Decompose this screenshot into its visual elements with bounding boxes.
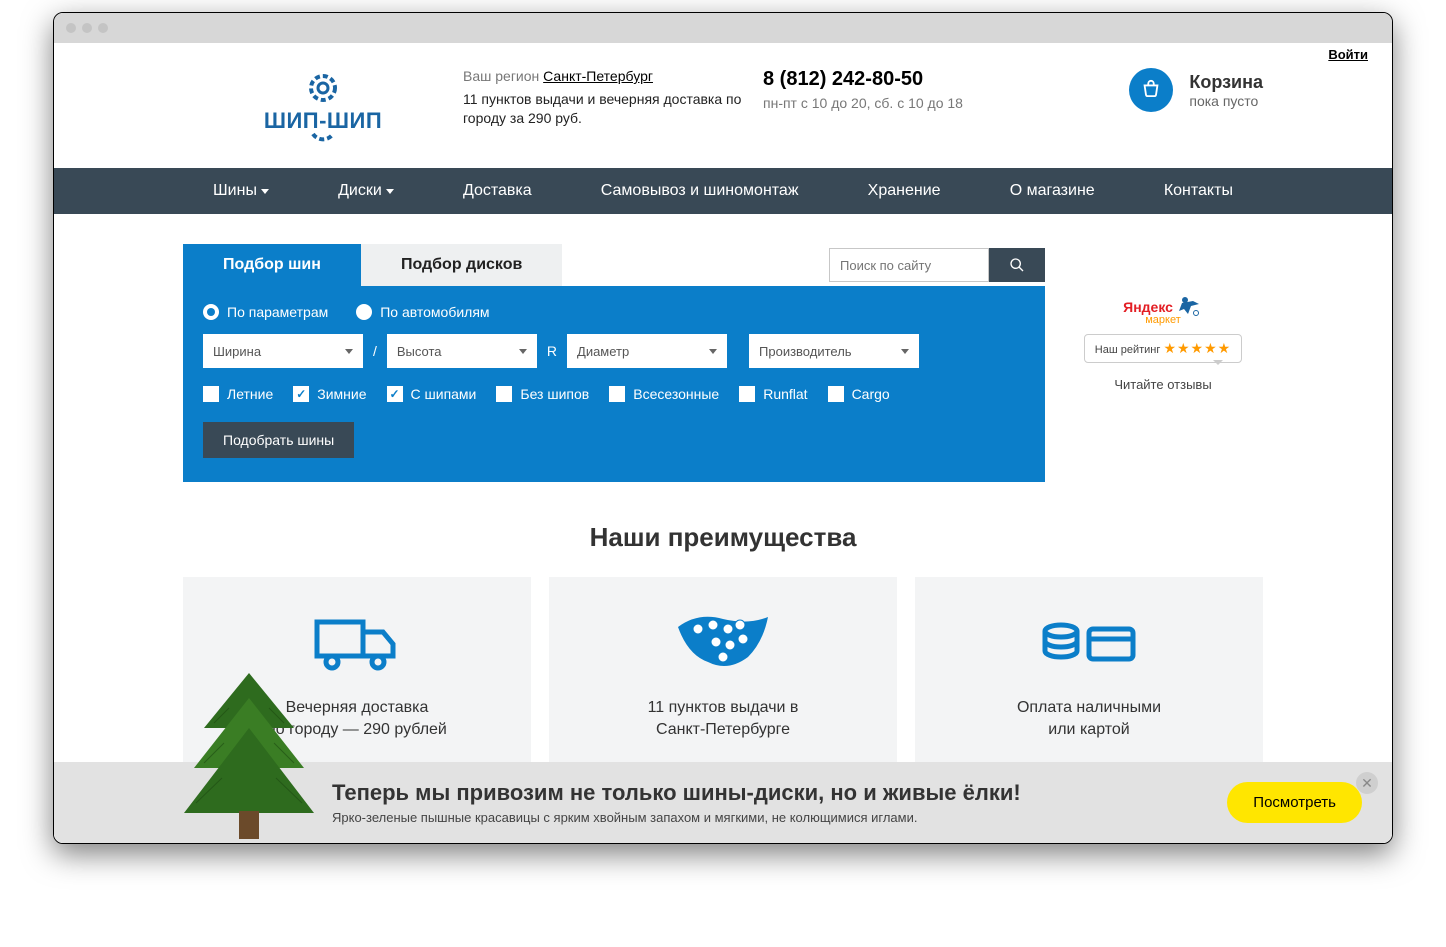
header: ШИП-ШИП Ваш регион Санкт-Петербург 11 пу… [183,62,1263,168]
advantages-grid: Вечерняя доставка по городу — 290 рублей [183,577,1263,776]
region-label: Ваш регион [463,68,539,84]
advantage-text: 11 пунктов выдачи в [569,697,877,719]
checkbox-icon [496,386,512,402]
nav-item-storage[interactable]: Хранение [868,182,941,200]
truck-icon [203,607,511,677]
chevron-down-icon [709,349,717,354]
chk-summer[interactable]: Летние [203,386,273,402]
advantage-text: или картой [935,719,1243,741]
rating-bubble: Наш рейтинг ★★★★★ [1084,334,1242,363]
cart-icon [1129,68,1173,112]
chk-cargo[interactable]: Cargo [828,386,890,402]
chevron-down-icon [519,349,527,354]
advantages-title: Наши преимущества [183,522,1263,553]
nav-item-pickup[interactable]: Самовывоз и шиномонтаж [601,182,799,200]
payment-icon [935,607,1243,677]
checkbox-icon [739,386,755,402]
close-icon: ✕ [1361,775,1373,792]
christmas-tree-image [174,673,324,843]
advantage-card: 11 пунктов выдачи в Санкт-Петербурге [549,577,897,776]
window-dot [98,23,108,33]
radio-by-car[interactable]: По автомобилям [356,304,489,320]
region-block: Ваш регион Санкт-Петербург 11 пунктов вы… [463,68,763,128]
checkbox-icon: ✓ [293,386,309,402]
checkbox-icon [203,386,219,402]
nav-item-tires[interactable]: Шины [213,182,269,200]
checkbox-icon [828,386,844,402]
filter-area: Подбор шин Подбор дисков [183,244,1045,482]
caret-down-icon [386,189,394,194]
delivery-note: 11 пунктов выдачи и вечерняя доставка по… [463,90,763,128]
tab-tires[interactable]: Подбор шин [183,244,361,286]
chk-allseason[interactable]: Всесезонные [609,386,719,402]
search-button[interactable] [989,248,1045,282]
reviews-link[interactable]: Читайте отзывы [1063,377,1263,392]
banner-subtitle: Ярко-зеленые пышные красавицы с ярким хв… [332,810,1209,825]
stars-icon: ★★★★★ [1163,340,1231,356]
logo-text: ШИП-ШИП [264,108,382,134]
browser-frame: Войти ШИП-ШИП Ваш регион [53,12,1393,844]
phone-number: 8 (812) 242-80-50 [763,68,1023,91]
map-pins-icon [569,607,877,677]
window-dot [66,23,76,33]
nav-item-delivery[interactable]: Доставка [463,182,532,200]
cart-title: Корзина [1189,72,1263,93]
chevron-down-icon [345,349,353,354]
cart-status: пока пусто [1189,93,1263,109]
page: Войти ШИП-ШИП Ваш регион [54,43,1392,843]
gear-icon [299,68,347,108]
region-city-link[interactable]: Санкт-Петербург [543,68,653,84]
phone-block: 8 (812) 242-80-50 пн-пт с 10 до 20, сб. … [763,68,1023,111]
advantage-text: Оплата наличными [935,697,1243,719]
cart-block[interactable]: Корзина пока пусто [1129,68,1263,112]
radio-icon [203,304,219,320]
logo[interactable]: ШИП-ШИП [183,68,463,148]
banner-title: Теперь мы привозим не только шины-диски,… [332,780,1209,806]
chk-studs[interactable]: ✓С шипами [387,386,477,402]
tab-wheels[interactable]: Подбор дисков [361,244,562,286]
nav-item-contacts[interactable]: Контакты [1164,182,1233,200]
phone-hours: пн-пт с 10 до 20, сб. с 10 до 18 [763,95,1023,111]
login-row: Войти [54,43,1392,62]
search-input[interactable] [829,248,989,282]
nav-item-about[interactable]: О магазине [1010,182,1095,200]
radio-icon [356,304,372,320]
chk-runflat[interactable]: Runflat [739,386,807,402]
separator: R [547,343,557,359]
pick-tires-button[interactable]: Подобрать шины [203,422,354,458]
banner-close-button[interactable]: ✕ [1356,772,1378,794]
filter-panel: По параметрам По автомобилям Ширина / Вы… [183,286,1045,482]
separator: / [373,343,377,359]
select-width[interactable]: Ширина [203,334,363,368]
radio-label: По автомобилям [380,304,489,320]
yandex-market-widget[interactable]: Яндекс маркет Наш рейтинг ★★★★★ Читайте … [1063,244,1263,482]
main-nav: Шины Диски Доставка Самовывоз и шиномонт… [54,168,1392,214]
banner-cta-button[interactable]: Посмотреть [1227,782,1362,823]
chevron-down-icon [901,349,909,354]
select-manufacturer[interactable]: Производитель [749,334,919,368]
chk-winter[interactable]: ✓Зимние [293,386,366,402]
chk-nostuds[interactable]: Без шипов [496,386,589,402]
radio-by-params[interactable]: По параметрам [203,304,328,320]
radio-label: По параметрам [227,304,328,320]
select-height[interactable]: Высота [387,334,537,368]
advantage-card: Оплата наличными или картой [915,577,1263,776]
login-link[interactable]: Войти [1328,47,1368,62]
advantage-text: Санкт-Петербурге [569,719,877,741]
search-icon [1009,257,1025,273]
window-dot [82,23,92,33]
checkbox-icon [609,386,625,402]
nav-item-wheels[interactable]: Диски [338,182,394,200]
browser-titlebar [54,13,1392,43]
checkbox-icon: ✓ [387,386,403,402]
yandex-market-logo: Яндекс маркет [1063,294,1263,326]
courier-icon [1177,294,1203,316]
caret-down-icon [261,189,269,194]
select-diameter[interactable]: Диаметр [567,334,727,368]
gear-icon [299,132,347,148]
